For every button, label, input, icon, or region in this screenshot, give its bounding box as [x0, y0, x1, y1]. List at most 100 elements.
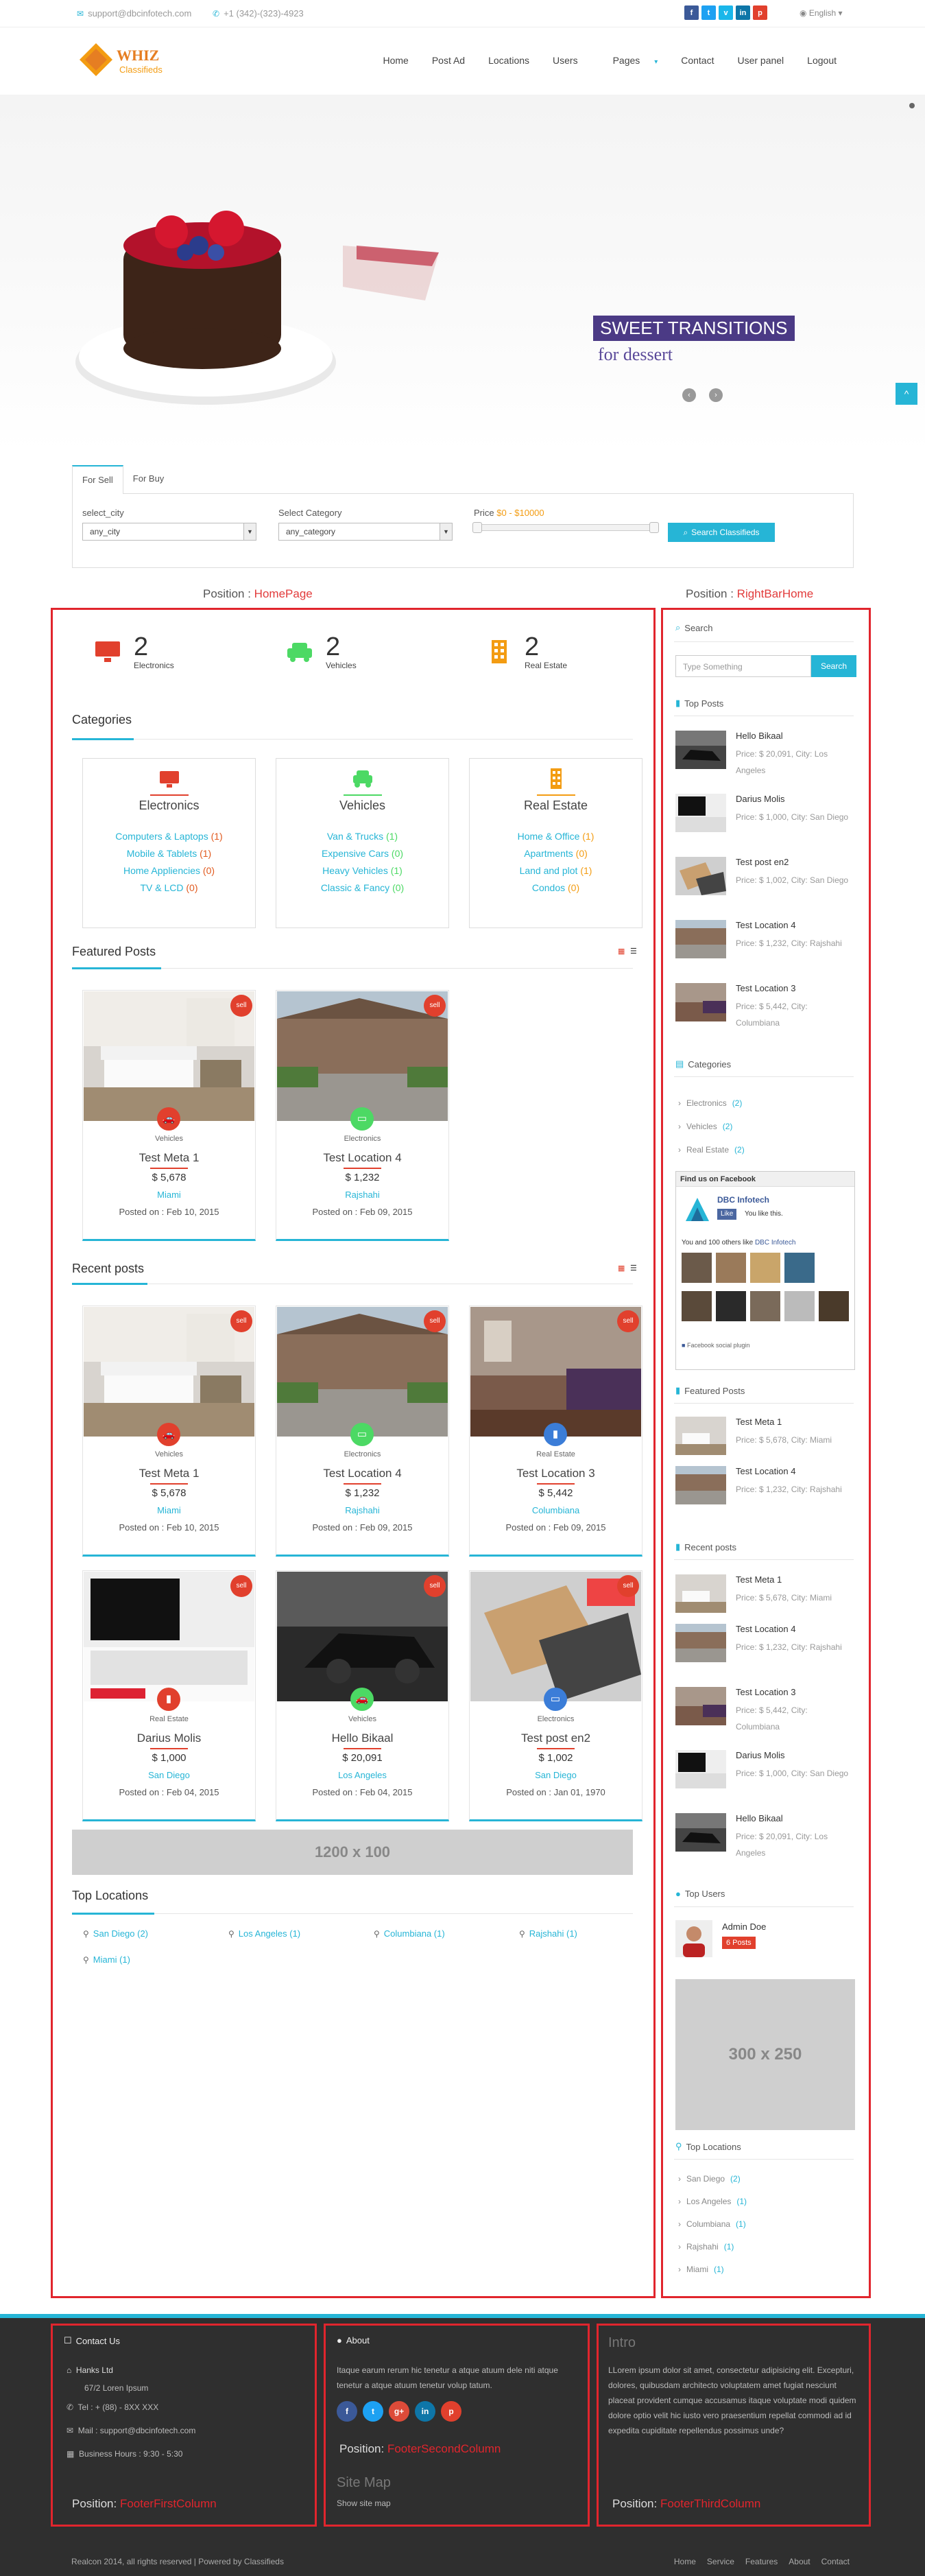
category-name[interactable]: Vehicles: [276, 799, 448, 813]
sidebar-location-item[interactable]: › Los Angeles (1): [678, 2197, 747, 2206]
logo[interactable]: WHIZ Classifieds: [77, 40, 166, 88]
post-city[interactable]: Rajshahi: [276, 1505, 448, 1515]
post-title[interactable]: Test Location 3: [736, 1687, 795, 1697]
user-name[interactable]: Admin Doe: [722, 1922, 766, 1932]
sidebar-search-button[interactable]: Search: [811, 655, 856, 677]
category-select[interactable]: any_category ▼: [278, 523, 453, 541]
category-name[interactable]: Electronics: [83, 799, 255, 813]
post-title[interactable]: Test Location 4: [736, 1466, 795, 1476]
nav-logout[interactable]: Logout: [795, 55, 848, 66]
post-title[interactable]: Test Location 4: [736, 920, 795, 930]
post-card[interactable]: sell 🚗 Vehicles Test Meta 1 $ 5,678 Miam…: [82, 990, 256, 1241]
post-title[interactable]: Hello Bikaal: [736, 1813, 783, 1823]
post-thumbnail[interactable]: [675, 1813, 726, 1852]
post-title[interactable]: Darius Molis: [736, 794, 785, 804]
subcategory-item[interactable]: Apartments (0): [470, 845, 642, 862]
scroll-top-icon[interactable]: ^: [896, 383, 917, 405]
featured-post-item[interactable]: Test Location 4 Price: $ 1,232, City: Raj…: [675, 1466, 855, 1521]
footer-link-contact[interactable]: Contact: [821, 2557, 850, 2566]
top-post-item[interactable]: Test Location 4 Price: $ 1,232, City: Raj…: [675, 920, 855, 975]
tab-for-buy[interactable]: For Buy: [123, 465, 174, 493]
sidebar-location-item[interactable]: › San Diego (2): [678, 2174, 741, 2184]
post-title[interactable]: Test Location 4: [736, 1624, 795, 1634]
nav-home[interactable]: Home: [371, 55, 420, 66]
linkedin-icon[interactable]: in: [415, 2401, 435, 2422]
post-card[interactable]: sell ▮ Real Estate Test Location 3 $ 5,4…: [469, 1305, 642, 1557]
location-link[interactable]: ⚲ Miami (1): [83, 1954, 130, 1965]
sidebar-location-item[interactable]: › Rajshahi (1): [678, 2242, 734, 2252]
google-plus-icon[interactable]: g+: [389, 2401, 409, 2422]
stat-real-estate[interactable]: 2 Real Estate: [485, 633, 567, 670]
post-thumbnail[interactable]: [675, 1750, 726, 1788]
recent-post-item[interactable]: Darius Molis Price: $ 1,000, City: San Di…: [675, 1750, 855, 1805]
post-card[interactable]: sell 🚗 Vehicles Hello Bikaal $ 20,091 Lo…: [276, 1570, 449, 1821]
stat-electronics[interactable]: 2 Electronics: [94, 633, 174, 670]
slider-handle-max[interactable]: [649, 522, 659, 533]
list-view-icon[interactable]: ☰: [630, 947, 641, 956]
subcategory-item[interactable]: Mobile & Tablets (1): [83, 845, 255, 862]
location-link[interactable]: ⚲ Los Angeles (1): [228, 1928, 300, 1939]
post-title[interactable]: Test Meta 1: [736, 1417, 782, 1427]
post-title[interactable]: Test Location 3: [736, 983, 795, 993]
pinterest-icon[interactable]: p: [441, 2401, 461, 2422]
facebook-icon[interactable]: f: [337, 2401, 357, 2422]
post-title[interactable]: Test post en2: [470, 1732, 642, 1745]
post-title[interactable]: Hello Bikaal: [276, 1732, 448, 1745]
sidebar-ad[interactable]: 300 x 250: [675, 1979, 855, 2130]
sidebar-category-item[interactable]: › Electronics (2): [678, 1098, 742, 1108]
post-title[interactable]: Hello Bikaal: [736, 731, 783, 741]
grid-view-icon[interactable]: ▦: [618, 1264, 629, 1273]
nav-pages[interactable]: Pages ▾: [590, 55, 670, 66]
avatar[interactable]: [675, 1920, 712, 1957]
location-link[interactable]: ⚲ Rajshahi (1): [519, 1928, 577, 1939]
fb-page-name[interactable]: DBC Infotech: [717, 1195, 769, 1205]
recent-post-item[interactable]: Hello Bikaal Price: $ 20,091, City: Los A…: [675, 1813, 855, 1868]
post-title[interactable]: Darius Molis: [736, 1750, 785, 1760]
grid-view-icon[interactable]: ▦: [618, 947, 629, 956]
fb-page-logo[interactable]: [682, 1194, 713, 1225]
twitter-icon[interactable]: t: [701, 5, 716, 20]
footer-link-home[interactable]: Home: [674, 2557, 696, 2566]
slider-prev-icon[interactable]: ‹: [682, 388, 696, 402]
post-thumbnail[interactable]: [675, 1624, 726, 1662]
twitter-icon[interactable]: t: [363, 2401, 383, 2422]
post-city[interactable]: Miami: [83, 1190, 255, 1200]
post-title[interactable]: Test Meta 1: [83, 1467, 255, 1480]
top-post-item[interactable]: Hello Bikaal Price: $ 20,091, City: Los A…: [675, 731, 855, 785]
post-image-living-room[interactable]: [84, 1307, 254, 1437]
post-image-house[interactable]: [277, 1307, 448, 1437]
nav-users[interactable]: Users: [541, 55, 590, 66]
post-thumbnail[interactable]: [675, 983, 726, 1021]
email-contact[interactable]: ✉ support@dbcinfotech.com: [77, 8, 191, 19]
top-post-item[interactable]: Test post en2 Price: $ 1,002, City: San D…: [675, 857, 855, 912]
facebook-icon[interactable]: f: [684, 5, 699, 20]
post-thumbnail[interactable]: [675, 1466, 726, 1504]
sitemap-link[interactable]: Show site map: [337, 2498, 391, 2508]
top-post-item[interactable]: Darius Molis Price: $ 1,000, City: San Di…: [675, 794, 855, 849]
post-title[interactable]: Test post en2: [736, 857, 789, 867]
footer-link-service[interactable]: Service: [707, 2557, 734, 2566]
sidebar-category-item[interactable]: › Real Estate (2): [678, 1145, 745, 1155]
slider-dot-icon[interactable]: [909, 103, 915, 108]
post-title[interactable]: Test Location 4: [276, 1151, 448, 1165]
recent-post-item[interactable]: Test Location 4 Price: $ 1,232, City: Raj…: [675, 1624, 855, 1679]
price-slider[interactable]: [472, 522, 659, 533]
post-thumbnail[interactable]: [675, 857, 726, 895]
slider-handle-min[interactable]: [472, 522, 482, 533]
vimeo-icon[interactable]: v: [719, 5, 733, 20]
post-city[interactable]: Miami: [83, 1505, 255, 1515]
location-link[interactable]: ⚲ Columbiana (1): [374, 1928, 445, 1939]
subcategory-item[interactable]: Condos (0): [470, 879, 642, 897]
subcategory-item[interactable]: Van & Trucks (1): [276, 828, 448, 845]
post-title[interactable]: Test Location 3: [470, 1467, 642, 1480]
list-view-icon[interactable]: ☰: [630, 1264, 641, 1273]
linkedin-icon[interactable]: in: [736, 5, 750, 20]
subcategory-item[interactable]: Computers & Laptops (1): [83, 828, 255, 845]
nav-locations[interactable]: Locations: [477, 55, 541, 66]
featured-post-item[interactable]: Test Meta 1 Price: $ 5,678, City: Miami: [675, 1417, 855, 1472]
post-image-house[interactable]: [277, 991, 448, 1121]
fb-like-button[interactable]: Like: [717, 1209, 737, 1220]
post-card[interactable]: sell ▭ Electronics Test post en2 $ 1,002…: [469, 1570, 642, 1821]
subcategory-item[interactable]: Expensive Cars (0): [276, 845, 448, 862]
search-classifieds-button[interactable]: ⌕ Search Classifieds: [668, 523, 775, 542]
